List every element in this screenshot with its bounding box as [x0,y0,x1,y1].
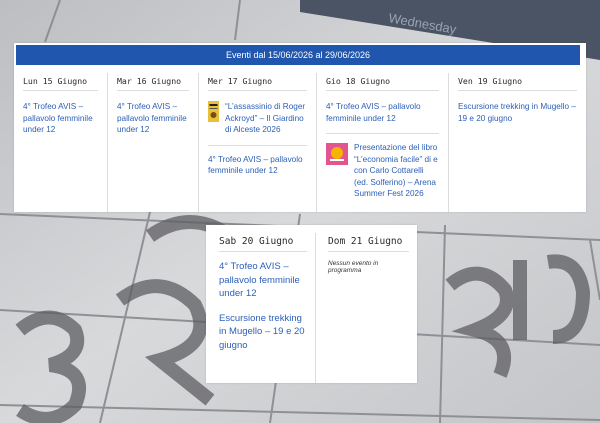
day-heading: Lun 15 Giugno [23,73,98,91]
day-heading: Ven 19 Giugno [458,73,577,91]
event-with-thumbnail: Presentazione del libro “L’economia faci… [326,142,439,200]
event-link[interactable]: 4° Trofeo AVIS – pallavolo femminile und… [326,101,439,124]
day-column-mer-17: Mer 17 Giugno “L’assassinio di Roger Ack… [199,73,317,212]
day-column-ven-19: Ven 19 Giugno Escursione trekking in Mug… [449,73,586,212]
day-column-sab-20: Sab 20 Giugno 4° Trofeo AVIS – pallavolo… [206,233,316,383]
day-column-dom-21: Dom 21 Giugno Nessun evento in programma [316,233,417,383]
event-link[interactable]: 4° Trofeo AVIS – pallavolo femminile und… [219,260,307,301]
day-heading: Gio 18 Giugno [326,73,439,91]
events-panel-bottom: Sab 20 Giugno 4° Trofeo AVIS – pallavolo… [206,225,417,383]
day-column-gio-18: Gio 18 Giugno 4° Trofeo AVIS – pallavolo… [317,73,449,212]
days-row-bottom: Sab 20 Giugno 4° Trofeo AVIS – pallavolo… [206,233,417,383]
event-link[interactable]: 4° Trofeo AVIS – pallavolo femminile und… [23,101,98,136]
book-cover-icon[interactable] [326,143,348,165]
day-column-mar-16: Mar 16 Giugno 4° Trofeo AVIS – pallavolo… [108,73,199,212]
period-header: Eventi dal 15/06/2026 al 29/06/2026 [16,45,580,65]
event-divider [208,144,307,146]
days-row-top: Lun 15 Giugno 4° Trofeo AVIS – pallavolo… [14,73,586,212]
day-column-lun-15: Lun 15 Giugno 4° Trofeo AVIS – pallavolo… [14,73,108,212]
event-link[interactable]: 4° Trofeo AVIS – pallavolo femminile und… [117,101,189,136]
event-link[interactable]: Presentazione del libro “L’economia faci… [354,142,439,200]
event-link[interactable]: Escursione trekking in Mugello – 19 e 20… [458,101,577,124]
event-link[interactable]: “L’assassinio di Roger Ackroyd” – Il Gia… [225,101,307,136]
event-link[interactable]: Escursione trekking in Mugello – 19 e 20… [219,312,307,353]
day-heading: Sab 20 Giugno [219,233,307,252]
book-cover-icon[interactable] [208,101,219,122]
events-panel-top: Eventi dal 15/06/2026 al 29/06/2026 Lun … [14,43,586,212]
event-with-thumbnail: “L’assassinio di Roger Ackroyd” – Il Gia… [208,101,307,136]
event-link[interactable]: 4° Trofeo AVIS – pallavolo femminile und… [208,154,307,177]
day-heading: Mar 16 Giugno [117,73,189,91]
day-heading: Dom 21 Giugno [328,233,409,252]
day-heading: Mer 17 Giugno [208,73,307,91]
no-events-message: Nessun evento in programma [328,260,379,274]
event-divider [326,133,439,134]
